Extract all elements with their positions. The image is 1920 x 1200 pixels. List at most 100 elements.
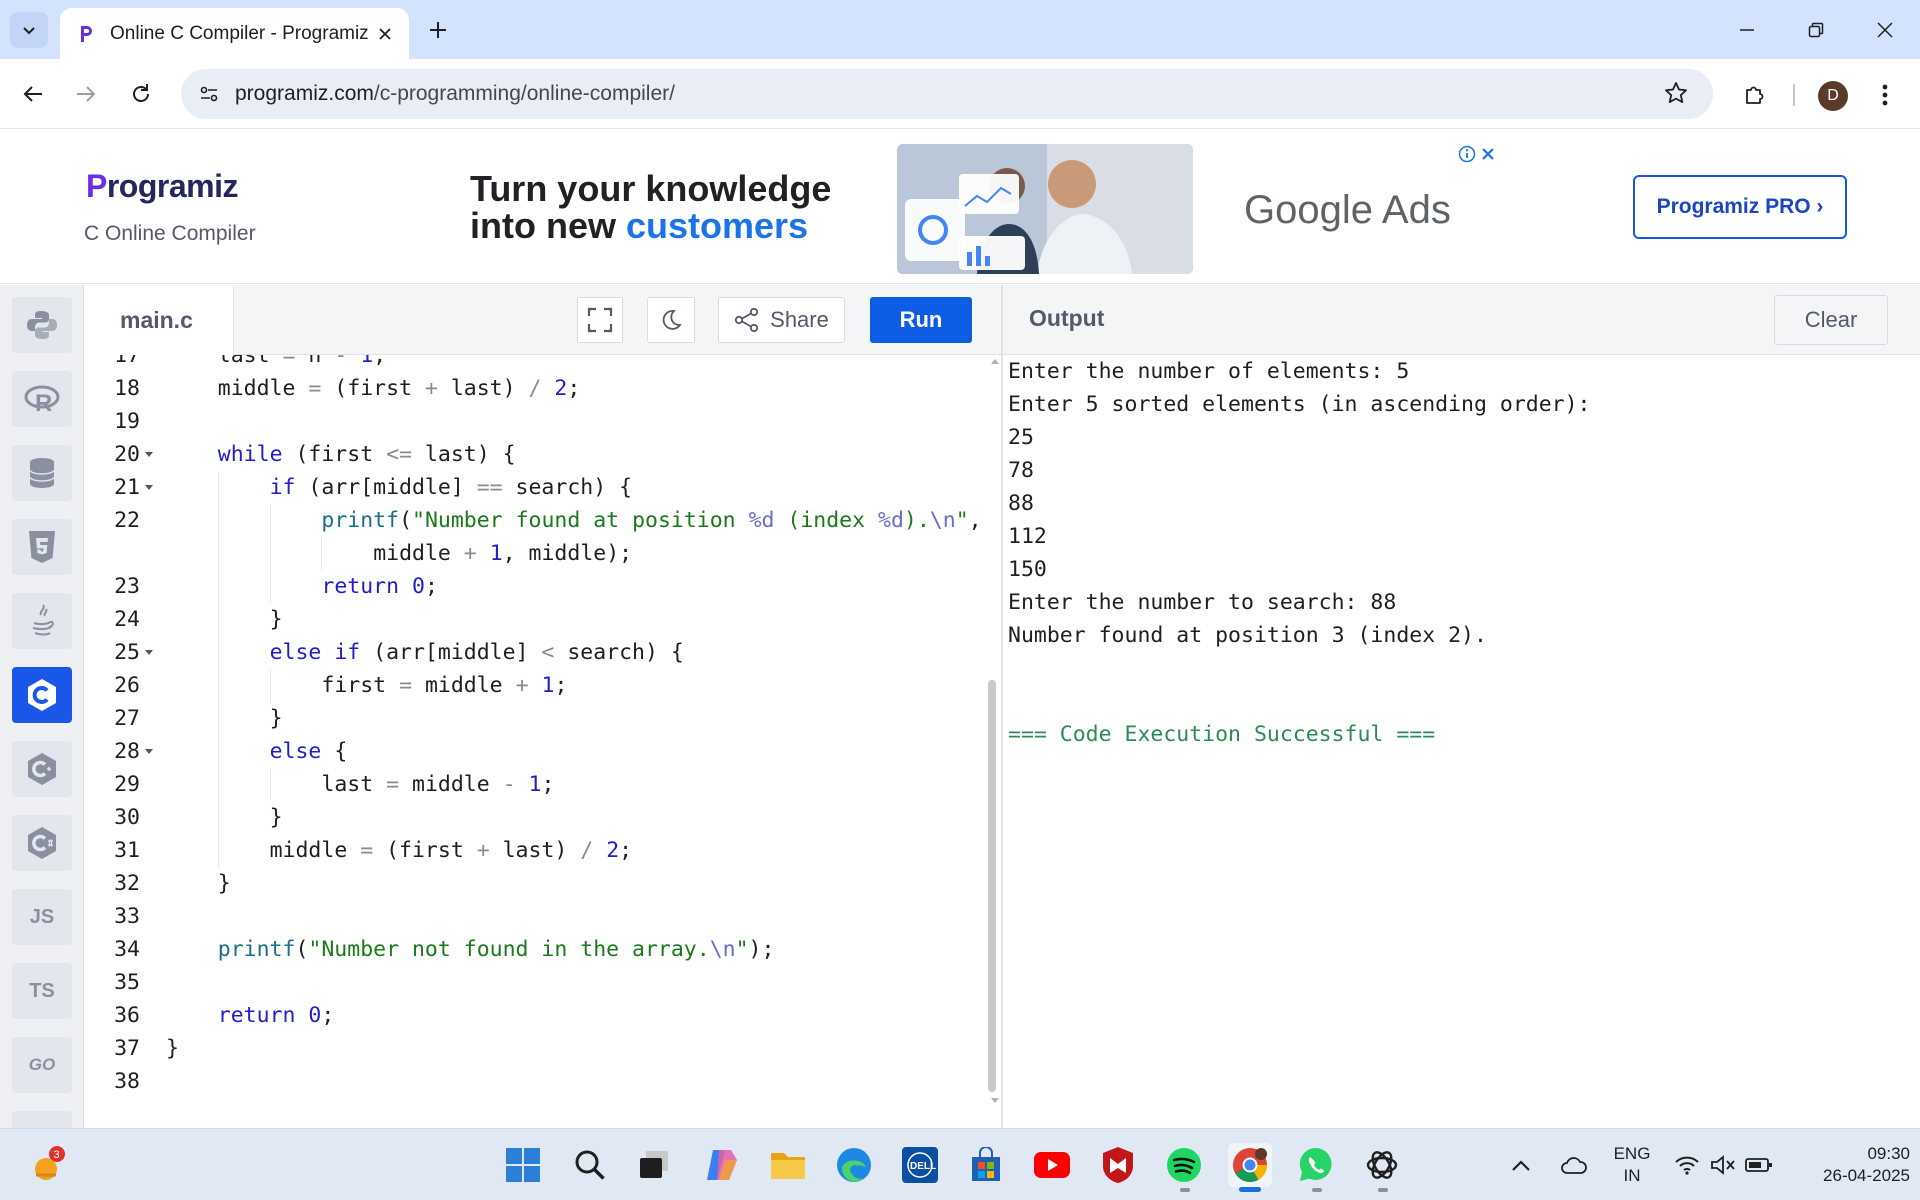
fullscreen-button[interactable] bbox=[577, 297, 623, 343]
clear-button[interactable]: Clear bbox=[1774, 295, 1888, 345]
chatgpt-app[interactable] bbox=[1360, 1143, 1404, 1187]
onedrive-tray[interactable] bbox=[1554, 1143, 1594, 1187]
reload-button[interactable] bbox=[122, 75, 160, 113]
input-language-indicator[interactable]: ENG IN bbox=[1604, 1143, 1660, 1187]
restore-button[interactable] bbox=[1796, 14, 1836, 46]
code-line[interactable]: 24} bbox=[84, 603, 984, 636]
volume-tray[interactable] bbox=[1706, 1143, 1740, 1187]
taskbar-search[interactable] bbox=[568, 1143, 612, 1187]
line-number: 25 bbox=[114, 640, 140, 665]
code-line[interactable]: 17 last = n - 1; bbox=[84, 355, 984, 372]
code-line[interactable]: 18 middle = (first + last) / 2; bbox=[84, 372, 984, 405]
code-line[interactable]: 38 bbox=[84, 1065, 984, 1098]
lang-python[interactable] bbox=[12, 297, 72, 353]
window-close-button[interactable] bbox=[1865, 14, 1905, 46]
share-button[interactable]: Share bbox=[718, 297, 845, 343]
ad-choices[interactable] bbox=[1458, 142, 1498, 166]
bookmark-star-icon[interactable] bbox=[1663, 80, 1689, 111]
code-line[interactable]: 28 else { bbox=[84, 735, 984, 768]
scroll-up-arrow-icon[interactable] bbox=[990, 357, 1000, 365]
code-line[interactable]: 25 else if (arr[middle] < search) { bbox=[84, 636, 984, 669]
info-icon[interactable] bbox=[1458, 145, 1476, 163]
site-info-icon[interactable] bbox=[195, 80, 223, 108]
start-button[interactable] bbox=[501, 1143, 545, 1187]
fold-arrow-icon[interactable] bbox=[145, 650, 153, 655]
whatsapp-app[interactable] bbox=[1294, 1143, 1338, 1187]
indent-guide bbox=[269, 570, 271, 603]
tab-close-button[interactable] bbox=[373, 22, 397, 46]
youtube-app[interactable] bbox=[1030, 1143, 1074, 1187]
file-tab-main-c[interactable]: main.c bbox=[84, 285, 234, 355]
browser-menu-button[interactable] bbox=[1870, 77, 1900, 113]
profile-avatar[interactable]: D bbox=[1818, 81, 1848, 111]
line-number: 36 bbox=[114, 1003, 140, 1028]
extensions-button[interactable] bbox=[1736, 75, 1774, 113]
forward-button[interactable] bbox=[67, 75, 105, 113]
output-console[interactable]: Enter the number of elements: 5 Enter 5 … bbox=[1003, 355, 1920, 1128]
mcafee-app[interactable] bbox=[1096, 1143, 1140, 1187]
address-bar[interactable]: programiz.com/c-programming/online-compi… bbox=[181, 69, 1713, 119]
lang-typescript[interactable]: TS bbox=[12, 963, 72, 1019]
lang-java[interactable] bbox=[12, 593, 72, 649]
lang-c[interactable] bbox=[12, 667, 72, 723]
lang-sql[interactable] bbox=[12, 445, 72, 501]
weather-widget[interactable]: 3 bbox=[24, 1143, 68, 1187]
dell-app[interactable]: DELL bbox=[898, 1143, 942, 1187]
code-line[interactable]: 19 bbox=[84, 405, 984, 438]
code-line[interactable]: 21 if (arr[middle] == search) { bbox=[84, 471, 984, 504]
code-line[interactable]: 26 first = middle + 1; bbox=[84, 669, 984, 702]
lang-cpp[interactable] bbox=[12, 741, 72, 797]
code-editor[interactable]: 38 37} 36 return 0; 35 34 printf("Number not f… bbox=[84, 355, 1002, 1128]
code-line[interactable]: 27} bbox=[84, 702, 984, 735]
code-line[interactable]: 22 printf("Number found at position %d (i… bbox=[84, 504, 984, 537]
code-line[interactable]: 31 middle = (first + last) / 2; bbox=[84, 834, 984, 867]
programiz-pro-button[interactable]: Programiz PRO › bbox=[1633, 175, 1847, 239]
back-button[interactable] bbox=[14, 75, 52, 113]
code-line[interactable]: 35 bbox=[84, 966, 984, 999]
browser-tab-active[interactable]: Online C Compiler - Programiz bbox=[60, 8, 409, 59]
fold-arrow-icon[interactable] bbox=[145, 485, 153, 490]
ad-line-2: into new customers bbox=[470, 207, 831, 244]
editor-scroll-thumb[interactable] bbox=[988, 680, 996, 1092]
edge-app[interactable] bbox=[832, 1143, 876, 1187]
code-line[interactable]: 29 last = middle - 1; bbox=[84, 768, 984, 801]
lang-csharp[interactable] bbox=[12, 815, 72, 871]
programiz-logo[interactable]: Programiz bbox=[86, 168, 238, 205]
wifi-tray[interactable] bbox=[1670, 1143, 1704, 1187]
lang-javascript[interactable]: JS bbox=[12, 889, 72, 945]
lang-html[interactable] bbox=[12, 519, 72, 575]
scroll-down-arrow-icon[interactable] bbox=[990, 1097, 1000, 1105]
clock[interactable]: 09:30 26-04-2025 bbox=[1786, 1143, 1910, 1187]
file-explorer-app[interactable] bbox=[766, 1143, 810, 1187]
battery-tray[interactable] bbox=[1742, 1143, 1776, 1187]
code-line[interactable]: 23 return 0; bbox=[84, 570, 984, 603]
lang-r[interactable]: R bbox=[12, 371, 72, 427]
ms-store-app[interactable] bbox=[964, 1143, 1008, 1187]
lang-more[interactable] bbox=[12, 1111, 72, 1128]
code-line[interactable]: 33 bbox=[84, 900, 984, 933]
tab-search-button[interactable] bbox=[10, 12, 48, 48]
code-line[interactable]: middle + 1, middle); bbox=[84, 537, 984, 570]
google-ads-brand[interactable]: Google Ads bbox=[1244, 188, 1451, 233]
code-line[interactable]: 36 return 0; bbox=[84, 999, 984, 1032]
minimize-button[interactable] bbox=[1727, 14, 1767, 46]
run-button[interactable]: Run bbox=[870, 297, 972, 343]
ad-photo[interactable] bbox=[897, 144, 1193, 274]
fold-arrow-icon[interactable] bbox=[145, 749, 153, 754]
new-tab-button[interactable] bbox=[424, 16, 452, 44]
code-line[interactable]: 37} bbox=[84, 1032, 984, 1065]
copilot-app[interactable] bbox=[700, 1143, 744, 1187]
chrome-app[interactable] bbox=[1228, 1143, 1272, 1187]
ad-headline[interactable]: Turn your knowledge into new customers bbox=[470, 170, 831, 244]
code-line[interactable]: 20 while (first <= last) { bbox=[84, 438, 984, 471]
code-line[interactable]: 32} bbox=[84, 867, 984, 900]
fold-arrow-icon[interactable] bbox=[145, 452, 153, 457]
tray-overflow-button[interactable] bbox=[1504, 1143, 1538, 1187]
ad-close-icon[interactable] bbox=[1480, 146, 1496, 162]
dark-mode-toggle[interactable] bbox=[647, 297, 695, 343]
code-line[interactable]: 30} bbox=[84, 801, 984, 834]
code-line[interactable]: 34 printf("Number not found in the array.… bbox=[84, 933, 984, 966]
task-view-button[interactable] bbox=[632, 1143, 676, 1187]
spotify-app[interactable] bbox=[1162, 1143, 1206, 1187]
lang-go[interactable]: GO bbox=[12, 1037, 72, 1093]
